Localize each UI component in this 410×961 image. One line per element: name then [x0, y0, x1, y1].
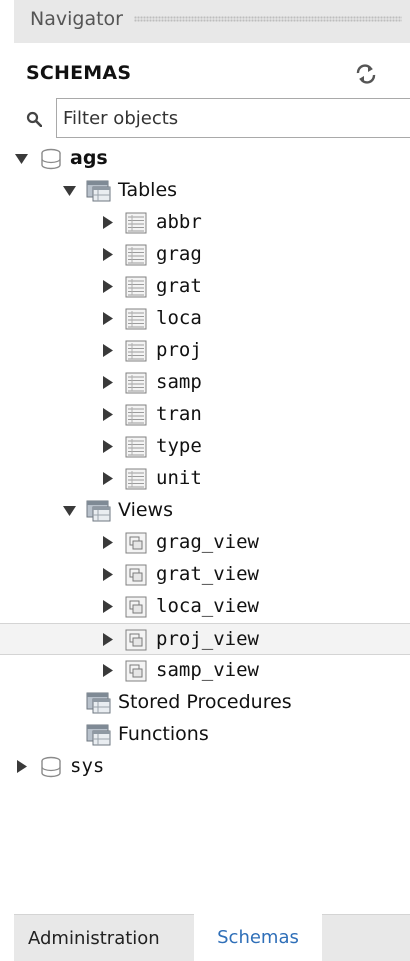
bottom-tab-bar: Administration Schemas	[14, 914, 410, 961]
tree-node-table[interactable]: samp	[0, 367, 410, 399]
schemas-heading: SCHEMAS	[26, 62, 132, 84]
schema-tree: ags Tables abbr grag grat loca proj samp tran typ…	[0, 143, 410, 783]
expand-right-arrow-icon[interactable]	[100, 247, 115, 262]
tree-node-group[interactable]: Views	[0, 495, 410, 527]
tree-node-table[interactable]: grag	[0, 239, 410, 271]
search-icon	[26, 111, 42, 127]
tree-node-label: loca_view	[156, 595, 259, 617]
expand-right-arrow-icon[interactable]	[100, 279, 115, 294]
database-icon	[41, 148, 61, 170]
folder-tables-icon	[86, 180, 111, 202]
expand-right-arrow-icon[interactable]	[100, 375, 115, 390]
tree-node-label: tran	[156, 403, 202, 425]
tree-node-view[interactable]: grag_view	[0, 527, 410, 559]
expand-right-arrow-icon[interactable]	[100, 311, 115, 326]
navigator-header: Navigator	[14, 0, 410, 43]
folder-tables-icon	[86, 724, 111, 746]
tree-node-label: loca	[156, 307, 202, 329]
navigator-panel: Navigator SCHEMAS ags Tables abbr grag grat l…	[0, 0, 410, 961]
tree-node-view[interactable]: proj_view	[0, 623, 410, 655]
tree-node-group[interactable]: Stored Procedures	[0, 687, 410, 719]
tree-node-label: abbr	[156, 211, 202, 233]
table-icon	[125, 436, 147, 458]
tree-node-label: samp_view	[156, 659, 259, 681]
tree-node-label: proj_view	[156, 628, 259, 650]
tree-node-label: grat	[156, 275, 202, 297]
view-icon	[125, 564, 147, 586]
expand-right-arrow-icon[interactable]	[100, 471, 115, 486]
tree-node-schema[interactable]: ags	[0, 143, 410, 175]
table-icon	[125, 276, 147, 298]
tree-node-group[interactable]: Functions	[0, 719, 410, 751]
expand-right-arrow-icon[interactable]	[100, 663, 115, 678]
expand-right-arrow-icon[interactable]	[100, 599, 115, 614]
table-icon	[125, 212, 147, 234]
tree-node-label: proj	[156, 339, 202, 361]
table-icon	[125, 340, 147, 362]
view-icon	[125, 660, 147, 682]
tree-node-table[interactable]: tran	[0, 399, 410, 431]
tree-node-label: Tables	[118, 179, 178, 201]
table-icon	[125, 468, 147, 490]
tree-node-label: type	[156, 435, 202, 457]
tree-node-group[interactable]: Tables	[0, 175, 410, 207]
tree-node-label: samp	[156, 371, 202, 393]
tree-node-table[interactable]: loca	[0, 303, 410, 335]
expand-right-arrow-icon[interactable]	[100, 407, 115, 422]
table-icon	[125, 308, 147, 330]
tab-administration[interactable]: Administration	[14, 915, 194, 961]
tree-node-table[interactable]: type	[0, 431, 410, 463]
tree-node-label: Functions	[118, 723, 209, 745]
tree-node-view[interactable]: loca_view	[0, 591, 410, 623]
tree-node-table[interactable]: grat	[0, 271, 410, 303]
refresh-icon[interactable]	[355, 64, 377, 84]
tree-node-label: unit	[156, 467, 202, 489]
tab-schemas[interactable]: Schemas	[194, 914, 322, 961]
table-icon	[125, 404, 147, 426]
table-icon	[125, 244, 147, 266]
view-icon	[125, 629, 147, 651]
navigator-drag-grip[interactable]	[134, 16, 402, 22]
expand-down-arrow-icon[interactable]	[62, 183, 77, 198]
database-icon	[41, 756, 61, 778]
expand-right-arrow-icon[interactable]	[100, 632, 115, 647]
expand-right-arrow-icon[interactable]	[100, 215, 115, 230]
tree-node-label: sys	[70, 755, 105, 777]
expand-down-arrow-icon[interactable]	[14, 151, 29, 166]
navigator-title: Navigator	[30, 8, 123, 30]
expand-down-arrow-icon[interactable]	[62, 503, 77, 518]
expand-right-arrow-icon[interactable]	[100, 535, 115, 550]
tree-node-label: grag_view	[156, 531, 259, 553]
tree-node-view[interactable]: samp_view	[0, 655, 410, 687]
tree-node-label: grat_view	[156, 563, 259, 585]
filter-objects-input[interactable]	[56, 98, 410, 138]
folder-tables-icon	[86, 692, 111, 714]
tree-node-label: Views	[118, 499, 173, 521]
tree-node-table[interactable]: unit	[0, 463, 410, 495]
expand-right-arrow-icon[interactable]	[100, 343, 115, 358]
tree-node-table[interactable]: proj	[0, 335, 410, 367]
expand-right-arrow-icon[interactable]	[100, 439, 115, 454]
tree-node-label: ags	[70, 147, 108, 169]
view-icon	[125, 532, 147, 554]
tree-node-schema[interactable]: sys	[0, 751, 410, 783]
expand-right-arrow-icon[interactable]	[100, 567, 115, 582]
tree-node-label: Stored Procedures	[118, 691, 292, 713]
table-icon	[125, 372, 147, 394]
expand-right-arrow-icon[interactable]	[14, 759, 29, 774]
folder-tables-icon	[86, 500, 111, 522]
view-icon	[125, 596, 147, 618]
tree-node-label: grag	[156, 243, 202, 265]
tree-node-table[interactable]: abbr	[0, 207, 410, 239]
tree-node-view[interactable]: grat_view	[0, 559, 410, 591]
